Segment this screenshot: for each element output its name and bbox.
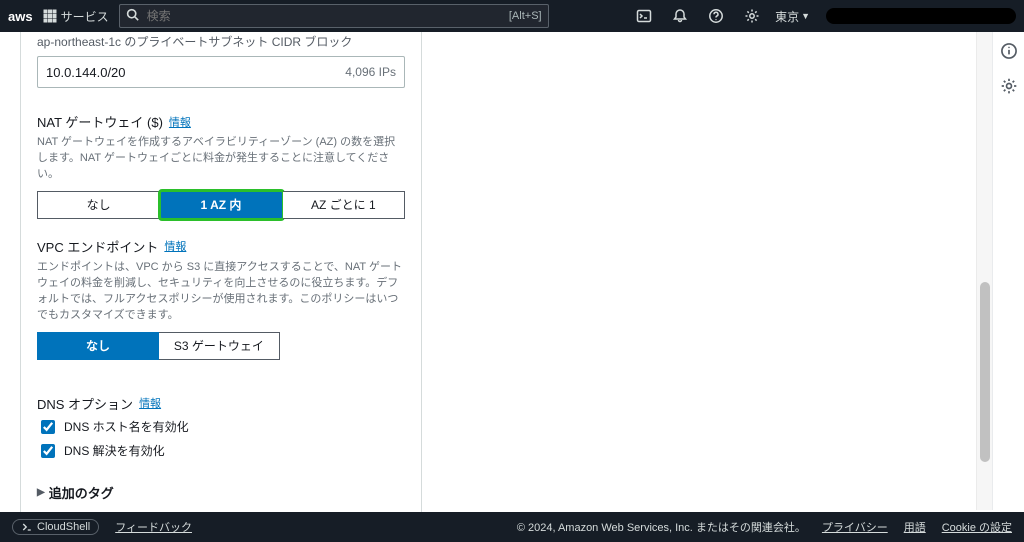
- top-navbar: aws サービス [Alt+S] 東京 ▼: [0, 0, 1024, 32]
- feedback-link[interactable]: フィードバック: [115, 519, 192, 535]
- global-search[interactable]: [Alt+S]: [119, 4, 549, 28]
- dns-heading: DNS オプション 情報: [37, 394, 405, 413]
- nat-option-per-az[interactable]: AZ ごとに 1: [283, 191, 405, 219]
- vpce-info-link[interactable]: 情報: [164, 238, 186, 254]
- dns-title: DNS オプション: [37, 394, 133, 413]
- dns-resolution-input[interactable]: [41, 444, 55, 458]
- vpce-title: VPC エンドポイント: [37, 237, 158, 256]
- nat-description: NAT ゲートウェイを作成するアベイラビリティーゾーン (AZ) の数を選択しま…: [37, 135, 405, 183]
- vertical-scrollbar[interactable]: [976, 32, 992, 510]
- console-footer: CloudShell フィードバック © 2024, Amazon Web Se…: [0, 512, 1024, 542]
- main-content: ap-northeast-1c のプライベートサブネット CIDR ブロック 1…: [0, 32, 1024, 510]
- cloudshell-icon[interactable]: [631, 8, 657, 24]
- footer-copyright: © 2024, Amazon Web Services, Inc. またはその関…: [517, 519, 806, 535]
- gear-icon[interactable]: [1000, 77, 1018, 98]
- vpce-option-group: なし S3 ゲートウェイ: [37, 332, 280, 360]
- privacy-link[interactable]: プライバシー: [822, 519, 888, 535]
- account-menu-redacted[interactable]: [826, 8, 1016, 24]
- subnet-cidr-input[interactable]: 10.0.144.0/20 4,096 IPs: [37, 56, 405, 88]
- cloudshell-button[interactable]: CloudShell: [12, 519, 99, 535]
- search-shortcut-hint: [Alt+S]: [509, 10, 542, 22]
- region-selector[interactable]: 東京 ▼: [775, 8, 810, 25]
- settings-icon[interactable]: [739, 8, 765, 24]
- dns-hostnames-checkbox[interactable]: DNS ホスト名を有効化: [37, 417, 405, 437]
- services-menu[interactable]: サービス: [43, 8, 109, 25]
- caret-right-icon: ▶: [37, 487, 45, 498]
- dns-resolution-checkbox[interactable]: DNS 解決を有効化: [37, 441, 405, 461]
- dns-info-link[interactable]: 情報: [139, 395, 161, 411]
- search-input[interactable]: [145, 8, 205, 24]
- grid-icon: [43, 9, 57, 23]
- nat-option-one-az[interactable]: 1 AZ 内: [160, 191, 282, 219]
- vpce-description: エンドポイントは、VPC から S3 に直接アクセスすることで、NAT ゲートウ…: [37, 260, 405, 324]
- nat-info-link[interactable]: 情報: [169, 114, 191, 130]
- dns-hostnames-label: DNS ホスト名を有効化: [64, 418, 189, 435]
- help-icon[interactable]: [703, 8, 729, 24]
- additional-tags-expander[interactable]: ▶ 追加のタグ: [37, 483, 405, 502]
- services-label: サービス: [61, 8, 109, 25]
- help-panel-rail: [992, 32, 1024, 510]
- subnet-cidr-value: 10.0.144.0/20: [46, 65, 126, 80]
- terms-link[interactable]: 用語: [904, 519, 926, 535]
- dns-resolution-label: DNS 解決を有効化: [64, 442, 165, 459]
- cloudshell-label: CloudShell: [37, 521, 90, 533]
- search-icon: [126, 8, 139, 24]
- aws-logo[interactable]: aws: [8, 9, 33, 24]
- subnet-cidr-label: ap-northeast-1c のプライベートサブネット CIDR ブロック: [37, 33, 405, 50]
- dns-hostnames-input[interactable]: [41, 420, 55, 434]
- nat-option-none[interactable]: なし: [37, 191, 160, 219]
- vpc-settings-card: ap-northeast-1c のプライベートサブネット CIDR ブロック 1…: [20, 28, 422, 519]
- vpce-heading: VPC エンドポイント 情報: [37, 237, 405, 256]
- nat-title: NAT ゲートウェイ ($): [37, 112, 163, 131]
- vpce-option-none[interactable]: なし: [37, 332, 159, 360]
- vpce-option-s3-gateway[interactable]: S3 ゲートウェイ: [159, 332, 280, 360]
- scrollbar-thumb[interactable]: [980, 282, 990, 462]
- nat-gateway-heading: NAT ゲートウェイ ($) 情報: [37, 112, 405, 131]
- chevron-down-icon: ▼: [801, 11, 810, 21]
- nat-option-group: なし 1 AZ 内 AZ ごとに 1: [37, 191, 405, 219]
- additional-tags-label: 追加のタグ: [49, 483, 114, 502]
- info-icon[interactable]: [1000, 42, 1018, 63]
- region-label: 東京: [775, 8, 799, 25]
- notifications-icon[interactable]: [667, 8, 693, 24]
- subnet-cidr-hint: 4,096 IPs: [345, 65, 396, 79]
- cookie-link[interactable]: Cookie の設定: [942, 519, 1012, 535]
